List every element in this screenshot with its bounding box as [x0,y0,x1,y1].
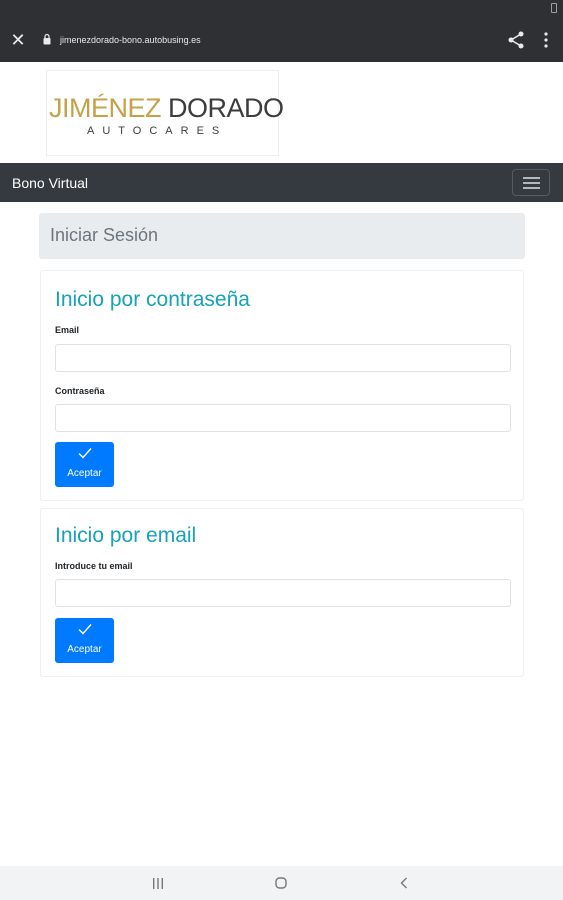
password-login-card: Inicio por contraseña Email Contraseña A… [40,270,524,501]
logo-name-dark: DORADO [168,93,284,123]
battery-icon [551,3,557,13]
navbar: Bono Virtual [0,163,563,202]
system-navigation-bar [0,866,563,900]
email-login-field[interactable] [55,579,511,607]
password-accept-button[interactable]: Aceptar [55,442,114,487]
logo-name-gold: JIMÉNEZ [49,93,162,123]
hamburger-icon-bar [523,187,540,189]
close-icon[interactable]: ✕ [10,30,26,50]
more-options-icon[interactable] [538,30,554,50]
company-logo[interactable]: JIMÉNEZ DORADO AUTOCARES [46,70,284,156]
page-header: Iniciar Sesión [39,213,525,259]
password-field[interactable] [55,404,511,432]
hamburger-icon-bar [523,182,540,184]
email-field[interactable] [55,344,511,372]
browser-toolbar: ✕ jimenezdorado-bono.autobusing.es [0,18,563,62]
logo-wordmark: JIMÉNEZ DORADO [49,93,284,123]
share-icon[interactable] [506,30,526,50]
email-login-label: Introduce tu email [55,561,133,571]
recents-icon[interactable] [152,878,164,889]
hamburger-icon [523,177,540,179]
password-label: Contraseña [55,386,105,396]
navbar-toggler-button[interactable] [512,169,550,196]
home-icon[interactable] [275,877,287,889]
check-icon [78,624,92,635]
back-icon[interactable] [399,877,409,889]
email-label: Email [55,325,80,335]
password-login-heading: Inicio por contraseña [55,288,250,311]
lock-icon [43,33,51,45]
url-text[interactable]: jimenezdorado-bono.autobusing.es [60,33,201,47]
check-icon [78,448,92,459]
password-accept-label: Aceptar [67,468,102,479]
email-accept-button[interactable]: Aceptar [55,618,114,663]
status-bar [0,0,563,18]
email-login-card: Inicio por email Introduce tu email Acep… [40,508,524,677]
logo-tagline: AUTOCARES [87,125,228,137]
email-accept-label: Aceptar [67,644,102,655]
navbar-brand[interactable]: Bono Virtual [12,174,88,192]
page-title: Iniciar Sesión [50,225,159,245]
email-login-heading: Inicio por email [55,524,197,547]
